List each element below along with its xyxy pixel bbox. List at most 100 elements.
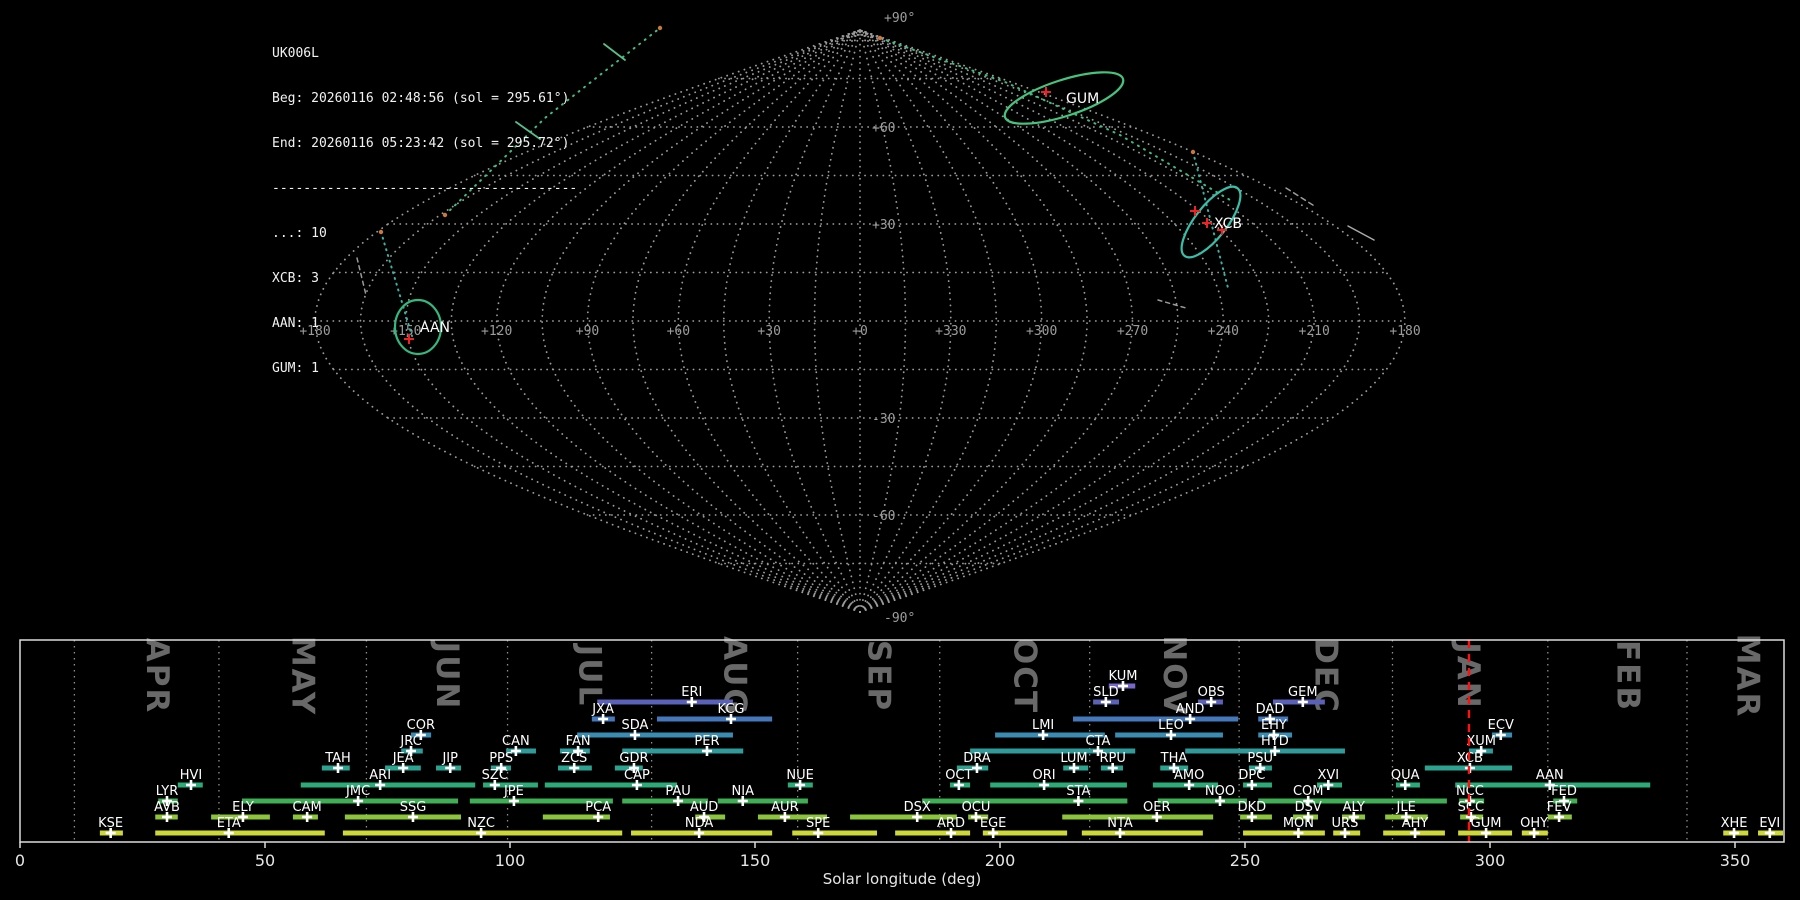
observation-begin: Beg: 20260116 02:48:56 (sol = 295.61°) (272, 91, 570, 106)
shower-kcg: KCG (657, 702, 773, 724)
x-tick-label: 50 (255, 851, 275, 870)
observation-end: End: 20260116 05:23:42 (sol = 295.72°) (272, 136, 570, 151)
map-longitude-label: +60 (667, 324, 690, 339)
shower-eri: ERI (597, 685, 733, 707)
shower-bar (1243, 830, 1325, 836)
shower-sld: SLD (1093, 685, 1120, 707)
shower-zcs: ZCS (558, 751, 592, 773)
month-label-jun: JUN (429, 640, 465, 711)
shower-ori: ORI (990, 768, 1127, 790)
map-latitude-label: +90° (884, 11, 915, 26)
plot-canvas: +180 +150 +120 +90 +60 +30 +0 +330 +300 +270 +240 +… (15, 11, 1785, 888)
meteor-radiant-cross (1202, 218, 1212, 228)
shower-ohy: OHY (1520, 816, 1548, 838)
count-sporadic: ...: 10 (272, 226, 327, 241)
meteor-trail-endpoint (877, 35, 883, 41)
shower-bar (1081, 830, 1203, 836)
shower-oct: OCT (945, 768, 973, 790)
x-tick-label: 100 (495, 851, 526, 870)
shower-lum: LUM (1060, 751, 1089, 773)
meteor-radiant-cross (1041, 87, 1051, 97)
shower-bar (990, 782, 1127, 788)
x-tick-label: 0 (15, 851, 25, 870)
map-latitude-label: +60 (872, 121, 895, 136)
shower-cam: CAM (293, 800, 322, 822)
shower-bar (1062, 814, 1214, 820)
map-latitude-label: +30 (872, 218, 895, 233)
map-latitude-label: -30 (872, 412, 895, 427)
shower-jxa: JXA (591, 702, 615, 724)
month-label-jul: JUL (572, 643, 608, 707)
shower-bar (922, 798, 1128, 804)
count-gum: GUM: 1 (272, 361, 319, 376)
map-longitude-label: +210 (1299, 324, 1330, 339)
shower-bar (300, 782, 476, 788)
x-tick-label: 150 (740, 851, 771, 870)
month-label-apr: APR (139, 638, 175, 715)
radiant-label-xcb: XCB (1214, 216, 1242, 232)
shower-bar (1073, 716, 1239, 722)
map-longitude-label: +90 (576, 324, 599, 339)
shower-evi: EVI (1758, 816, 1784, 838)
map-latitude-label: -60 (872, 509, 895, 524)
shower-urs: URS (1332, 816, 1361, 838)
month-label-feb: FEB (1609, 640, 1645, 712)
shower-bar (895, 830, 971, 836)
meteor-trail (1347, 225, 1375, 241)
shower-bar (657, 716, 773, 722)
shower-ege: EGE (980, 816, 1068, 838)
month-label-may: MAY (284, 636, 320, 716)
shower-bar (792, 830, 878, 836)
month-label-sep: SEP (861, 640, 897, 712)
map-longitude-label: +0 (852, 324, 868, 339)
shower-cap: CAP (544, 768, 678, 790)
shower-dpc: DPC (1238, 768, 1272, 790)
map-longitude-label: +270 (1117, 324, 1148, 339)
month-label-mar: MAR (1729, 634, 1765, 719)
shower-tah: TAH (321, 751, 351, 773)
shower-rpu: RPU (1100, 751, 1126, 773)
meteor-trail (1157, 299, 1187, 309)
shower-bar (544, 782, 678, 788)
shower-activity-chart: APR MAY JUN JUL AUG SEP OCT NOV DEC JAN FEB MARKUME… (15, 634, 1785, 888)
shower-and: AND (1073, 702, 1239, 724)
map-longitude-label: +300 (1026, 324, 1057, 339)
month-label-oct: OCT (1007, 638, 1043, 714)
shower-kse: KSE (98, 816, 123, 838)
map-longitude-label: +240 (1208, 324, 1239, 339)
meteor-station-plot: UK006L Beg: 20260116 02:48:56 (sol = 295… (0, 0, 1800, 900)
info-separator: --------------------------------------- (272, 181, 578, 196)
shower-bar (1157, 798, 1247, 804)
x-tick-label: 350 (1720, 851, 1751, 870)
count-aan: AAN: 1 (272, 316, 319, 331)
shower-nue: NUE (786, 768, 814, 790)
shower-avb: AVB (154, 800, 180, 822)
meteor-trail (1285, 187, 1317, 208)
map-meridian (859, 29, 1043, 613)
x-tick-label: 250 (1230, 851, 1261, 870)
x-axis-title: Solar longitude (deg) (823, 870, 981, 888)
shower-fev: FEV (1547, 800, 1572, 822)
shower-jip: JIP (436, 751, 461, 773)
map-longitude-label: +180 (1389, 324, 1420, 339)
shower-bar (155, 830, 325, 836)
meteor-radiant-cross (1190, 206, 1200, 216)
station-code: UK006L (272, 46, 319, 61)
radiant-ellipse-gum (1003, 71, 1125, 125)
shower-qua: QUA (1391, 768, 1420, 790)
shower-bar (344, 814, 461, 820)
meteor-trail (603, 43, 626, 61)
shower-hvi: HVI (177, 768, 203, 790)
x-tick-label: 300 (1475, 851, 1506, 870)
count-xcb: XCB: 3 (272, 271, 319, 286)
map-latitude-label: -90° (884, 611, 915, 626)
meteor-trail-endpoint (657, 25, 663, 31)
meteor-trail-endpoint (1190, 149, 1196, 155)
shower-xhe: XHE (1721, 816, 1749, 838)
x-tick-label: 200 (985, 851, 1016, 870)
radiant-label-gum: GUM (1066, 91, 1099, 107)
shower-bar (597, 699, 733, 705)
map-meridian (631, 29, 861, 613)
map-longitude-label: +330 (935, 324, 966, 339)
map-longitude-label: +30 (757, 324, 780, 339)
